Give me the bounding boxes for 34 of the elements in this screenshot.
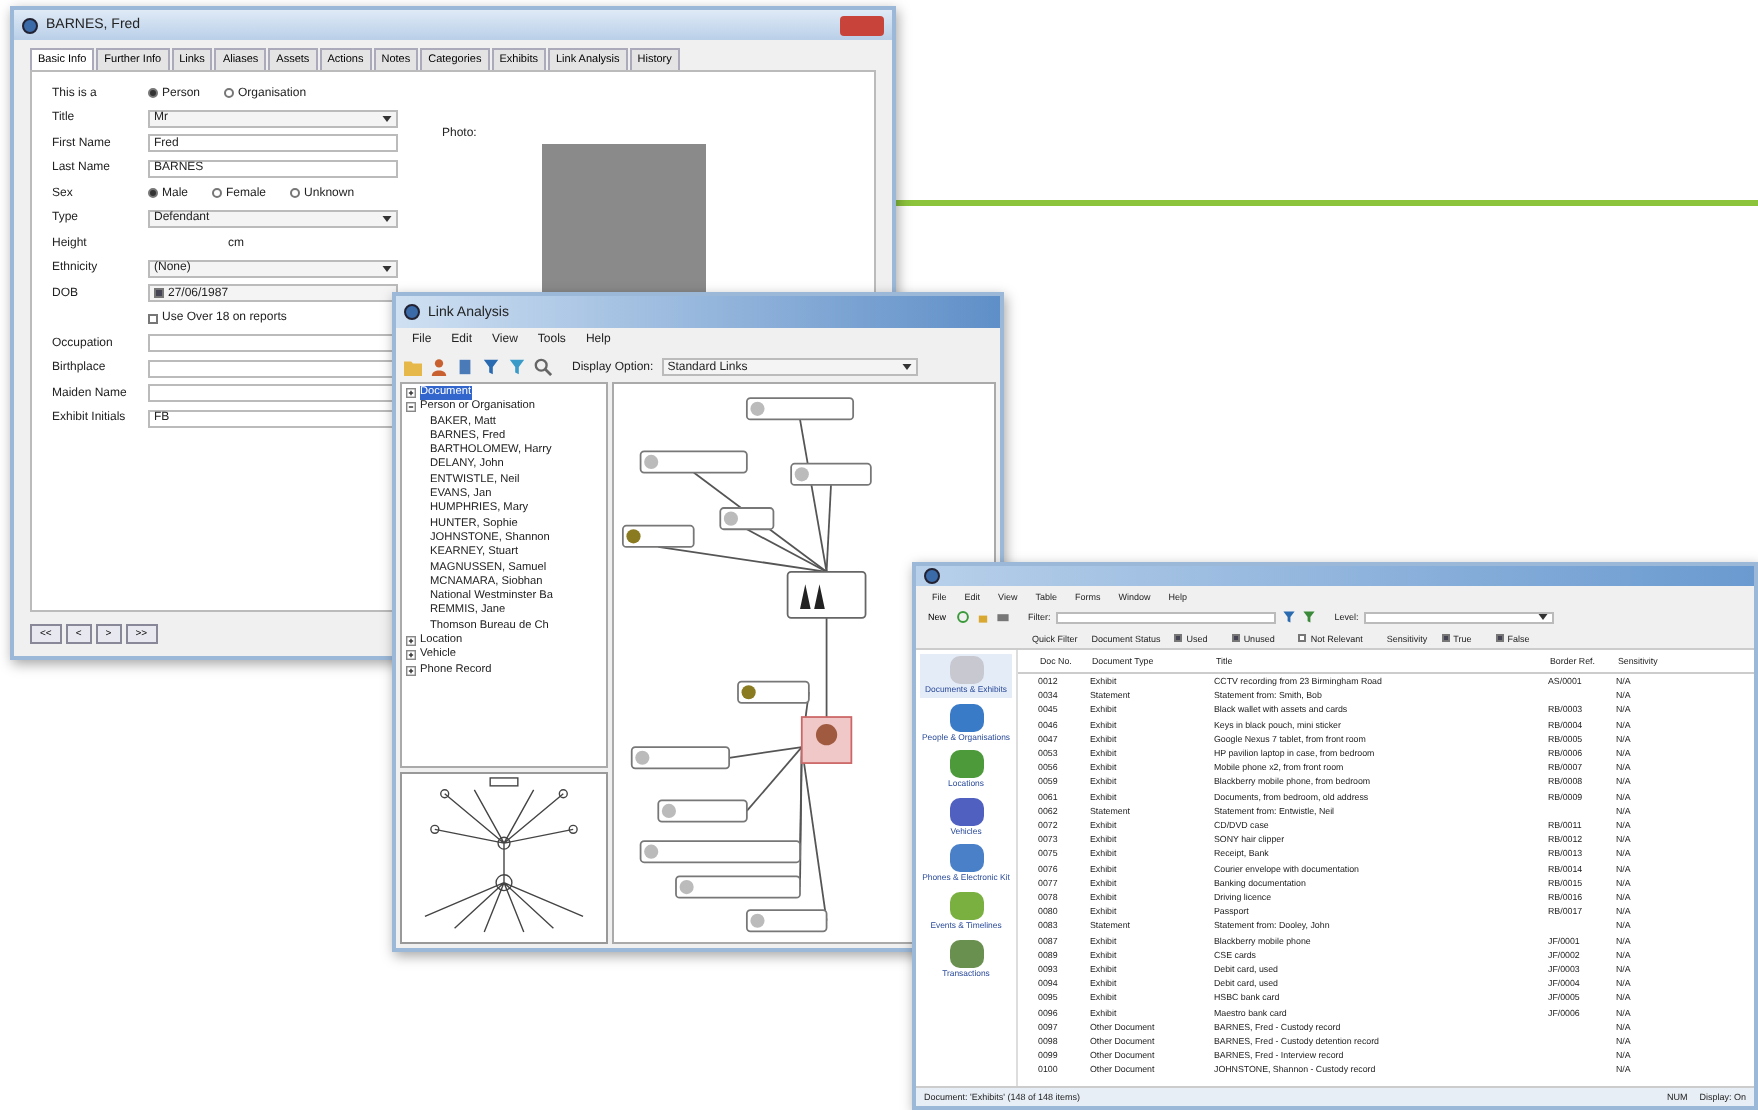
search-icon[interactable] bbox=[534, 358, 552, 376]
expand-icon[interactable] bbox=[406, 665, 416, 676]
close-button[interactable] bbox=[840, 15, 884, 35]
app-icon bbox=[404, 304, 420, 320]
graph-node[interactable] bbox=[675, 875, 801, 899]
graph-node[interactable] bbox=[737, 680, 810, 704]
expand-icon[interactable] bbox=[406, 636, 416, 647]
filter-field[interactable] bbox=[1056, 611, 1277, 623]
graph-node[interactable] bbox=[621, 524, 695, 548]
collapse-icon[interactable] bbox=[406, 402, 416, 413]
caret-icon bbox=[382, 215, 392, 221]
person-node[interactable] bbox=[800, 716, 853, 764]
caret-icon bbox=[1538, 614, 1549, 620]
person-icon[interactable] bbox=[430, 358, 448, 376]
app-icon bbox=[22, 17, 38, 33]
graph-node[interactable] bbox=[657, 799, 748, 823]
text-field[interactable] bbox=[148, 334, 398, 352]
graph-node[interactable] bbox=[745, 397, 855, 421]
text-field[interactable] bbox=[148, 359, 398, 377]
caret-icon bbox=[382, 115, 392, 121]
graph-node[interactable] bbox=[639, 450, 748, 474]
graph-node[interactable] bbox=[745, 909, 828, 933]
graph-node[interactable] bbox=[639, 840, 801, 864]
graph-node[interactable] bbox=[719, 507, 775, 531]
app-icon bbox=[924, 568, 940, 584]
expand-icon[interactable] bbox=[406, 388, 416, 399]
caret-icon bbox=[901, 364, 912, 370]
person-node[interactable] bbox=[786, 570, 867, 619]
link-line bbox=[825, 616, 828, 718]
expand-icon[interactable] bbox=[406, 650, 416, 661]
text-field[interactable] bbox=[148, 384, 398, 402]
graph-node[interactable] bbox=[790, 462, 872, 486]
caret-icon bbox=[382, 265, 392, 271]
graph-node[interactable] bbox=[630, 746, 731, 770]
